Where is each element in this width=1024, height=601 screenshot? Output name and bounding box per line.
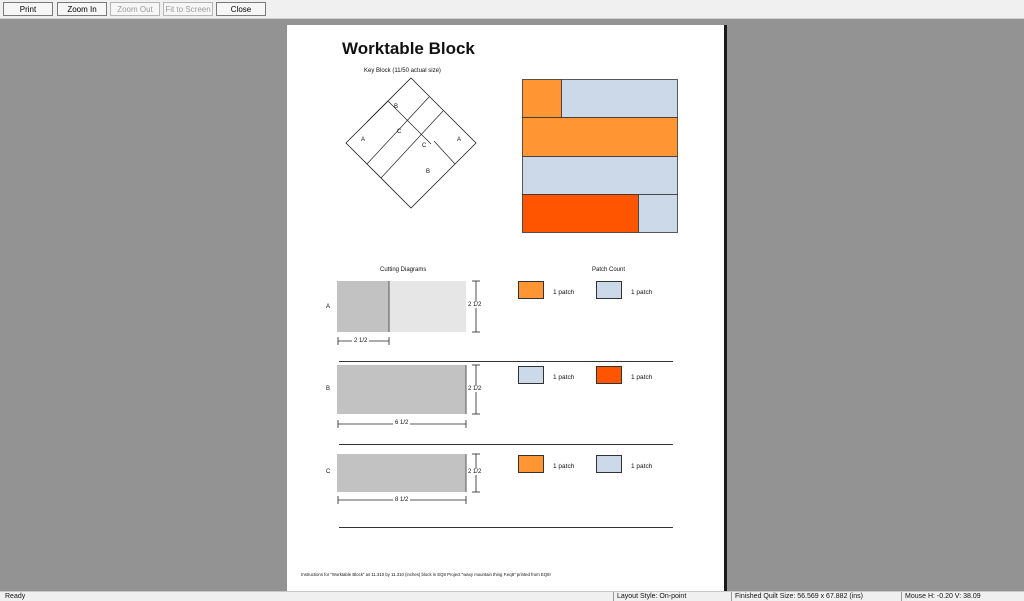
row-c-patch-count-1: 1 patch [553, 463, 575, 470]
row-c-patch-swatch-1 [518, 455, 544, 473]
patch-count-heading: Patch Count [592, 267, 626, 273]
cutting-diagrams-heading: Cutting Diagrams [380, 267, 427, 273]
row-c-height-dim: 2 1/2 [468, 469, 482, 475]
key-label-a-left: A [361, 137, 366, 143]
footer-instructions: Instructions for "Worktable Block" as 11… [301, 572, 551, 577]
key-label-a-right: A [457, 137, 462, 143]
row-label-c: C [326, 469, 331, 475]
row-a-patch-swatch-1 [518, 281, 544, 299]
toolbar: Print Zoom In Zoom Out Fit to Screen Clo… [0, 0, 1024, 19]
page-title: Worktable Block [342, 39, 475, 58]
key-label-b-top: B [394, 104, 399, 110]
print-preview-page: Worktable Block Key Block (11/50 actual … [287, 25, 724, 592]
row-b-height-dim: 2 1/2 [468, 386, 482, 392]
row-b-patch-swatch-2 [596, 366, 622, 384]
zoom-in-button[interactable]: Zoom In [57, 2, 107, 16]
row-label-a: A [326, 304, 331, 310]
row-a-patch-count-1: 1 patch [553, 289, 575, 296]
row-b-patch-count-1: 1 patch [553, 374, 575, 381]
cutting-diagram-c [337, 453, 480, 504]
key-label-c-left: C [397, 129, 402, 135]
row-a-width-dim: 2 1/2 [352, 338, 370, 344]
row-divider [339, 444, 673, 445]
key-block-diagram [345, 77, 477, 209]
row-label-b: B [326, 386, 331, 392]
row-b-patch-count-2: 1 patch [631, 374, 653, 381]
row-a-height-dim: 2 1/2 [468, 302, 482, 308]
cutting-diagram-b [337, 364, 480, 428]
row-a-patch-swatch-2 [596, 281, 622, 299]
close-button[interactable]: Close [216, 2, 266, 16]
key-label-b-bottom: B [426, 169, 431, 175]
key-block-caption: Key Block (11/50 actual size) [364, 68, 441, 74]
row-b-patch-swatch-1 [518, 366, 544, 384]
row-c-patch-count-2: 1 patch [631, 463, 653, 470]
row-c-width-dim: 8 1/2 [393, 497, 411, 503]
row-b-width-dim: 6 1/2 [393, 420, 411, 426]
row-divider [339, 361, 673, 362]
row-c-patch-swatch-2 [596, 455, 622, 473]
fit-to-screen-button[interactable]: Fit to Screen [163, 2, 213, 16]
row-divider [339, 527, 673, 528]
zoom-out-button[interactable]: Zoom Out [110, 2, 160, 16]
colored-block-preview [522, 79, 678, 233]
print-button[interactable]: Print [3, 2, 53, 16]
row-a-patch-count-2: 1 patch [631, 289, 653, 296]
key-label-c-right: C [422, 143, 427, 149]
